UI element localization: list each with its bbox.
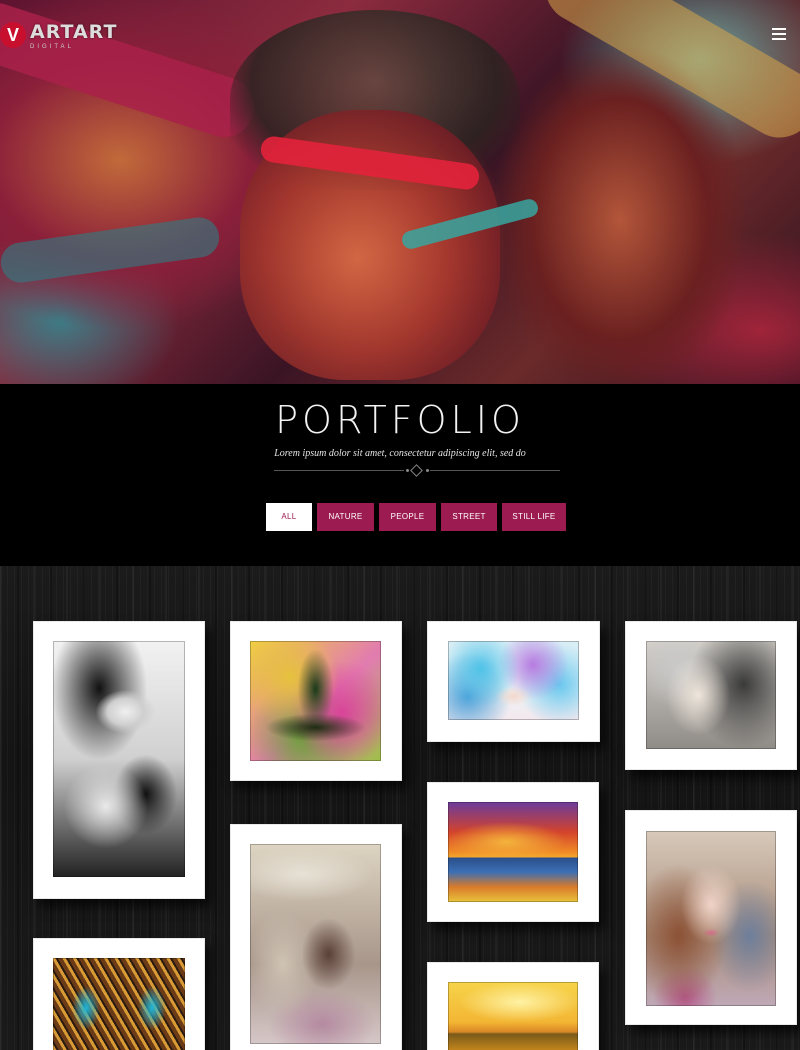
divider-dot [426, 469, 429, 472]
artwork-image [53, 958, 185, 1050]
gallery-item-golden-boat[interactable] [417, 952, 609, 1050]
site-logo[interactable]: V ARTART DIGITAL [0, 22, 117, 50]
artwork-image [448, 641, 579, 720]
gallery-item-yoga-figure[interactable] [220, 611, 412, 791]
filter-nature-button[interactable]: NATURE [317, 503, 374, 531]
artwork-image [250, 844, 381, 1044]
hamburger-menu-icon[interactable] [772, 28, 786, 40]
gallery-item-stained-glass[interactable] [23, 928, 215, 1050]
filter-still-life-button[interactable]: STILL LIFE [502, 503, 566, 531]
menu-bar [772, 33, 786, 35]
logo-mark: V [0, 22, 26, 48]
divider-dot [406, 469, 409, 472]
artwork-image [448, 802, 578, 902]
logo-tagline: DIGITAL [30, 44, 74, 50]
portfolio-subtitle: Lorem ipsum dolor sit amet, consectetur … [274, 448, 526, 459]
divider-line [274, 470, 404, 471]
paint-streak [0, 214, 222, 286]
gallery-item-ink-woman[interactable] [23, 611, 215, 909]
logo-text: ARTART DIGITAL [30, 22, 117, 50]
ornamental-divider [274, 464, 560, 477]
artwork-image [646, 641, 776, 749]
filter-street-button[interactable]: STREET [441, 503, 497, 531]
filter-people-button[interactable]: PEOPLE [379, 503, 436, 531]
portfolio-gallery [0, 566, 800, 1050]
gallery-item-watercolor-face[interactable] [615, 611, 800, 780]
page-title: PORTFOLIO [275, 398, 525, 442]
paint-streak [532, 0, 800, 151]
portfolio-section-header: PORTFOLIO Lorem ipsum dolor sit amet, co… [0, 384, 800, 566]
divider-line [430, 470, 560, 471]
gallery-item-native-chief[interactable] [220, 814, 412, 1050]
gallery-item-colorful-woman[interactable] [615, 800, 800, 1035]
menu-bar [772, 28, 786, 30]
filter-all-button[interactable]: ALL [266, 503, 312, 531]
hero-banner: V ARTART DIGITAL [0, 0, 800, 384]
artwork-image [53, 641, 185, 877]
artwork-image [250, 641, 381, 761]
gallery-item-sunset-boat[interactable] [417, 772, 609, 932]
portfolio-filter-bar: ALL NATURE PEOPLE STREET STILL LIFE [266, 503, 566, 531]
logo-name: ARTART [30, 21, 118, 43]
artwork-image [646, 831, 776, 1006]
menu-bar [772, 38, 786, 40]
gallery-item-flower-face[interactable] [417, 611, 610, 752]
artwork-image [448, 982, 578, 1050]
diamond-icon [410, 464, 423, 477]
